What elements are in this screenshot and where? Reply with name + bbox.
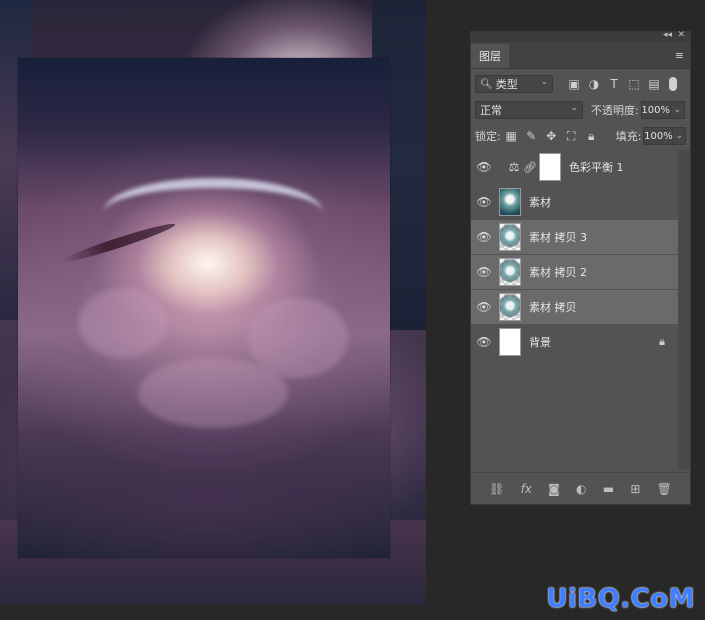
cloud-shape — [138, 358, 288, 428]
layer-thumbnail — [499, 223, 521, 251]
opacity-label: 不透明度: — [591, 104, 639, 117]
eye-icon[interactable]: 👁︎ — [471, 160, 497, 174]
tab-layers[interactable]: 图层 — [471, 44, 509, 68]
new-layer-icon[interactable]: ⊞ — [630, 482, 640, 496]
blend-mode-value: 正常 — [480, 104, 502, 117]
layer-thumbnail — [499, 258, 521, 286]
document-canvas[interactable] — [0, 0, 426, 605]
panel-tab-row: 图层 ≡ — [471, 42, 690, 69]
search-icon: 🔍︎ — [480, 78, 493, 90]
opacity-dropdown[interactable]: ⌄ — [670, 101, 685, 119]
layer-name: 色彩平衡 1 — [569, 161, 624, 174]
link-layers-icon[interactable]: ⛓ — [489, 482, 504, 496]
fill-input[interactable]: 100% — [643, 127, 674, 145]
blend-row: 正常 ⌄ 不透明度: 100% ⌄ — [471, 97, 690, 123]
filter-row: 🔍︎ 类型 ⌄ ▣ ◑ T ⬚ ▤ — [471, 71, 690, 97]
layer-row[interactable]: 👁︎ 素材 — [471, 185, 679, 219]
chain-icon[interactable]: 🔗︎ — [523, 161, 537, 174]
lock-artboard-icon[interactable]: ⛶ — [565, 129, 578, 144]
eye-icon[interactable]: 👁︎ — [471, 335, 497, 349]
lock-transparent-icon[interactable]: ▦ — [505, 129, 518, 144]
layer-row[interactable]: 👁︎ 素材 拷贝 — [471, 290, 679, 324]
lock-all-icon[interactable]: 🔒︎ — [585, 129, 598, 144]
layer-row[interactable]: 👁︎ ⚖ 🔗︎ 色彩平衡 1 — [471, 150, 679, 184]
layer-name: 素材 拷贝 3 — [529, 231, 587, 244]
filter-smartobject-icon[interactable]: ▤ — [647, 77, 661, 91]
panel-title-bar: ◂◂ ✕ — [471, 30, 690, 42]
lock-paint-icon[interactable]: ✎ — [525, 129, 538, 144]
opacity-input[interactable]: 100% — [640, 101, 671, 119]
layer-thumbnail — [499, 328, 521, 356]
chevron-down-icon: ⌄ — [540, 77, 548, 87]
layer-name: 素材 拷贝 — [529, 301, 577, 314]
filter-pixel-icon[interactable]: ▣ — [567, 77, 581, 91]
eye-icon[interactable]: 👁︎ — [471, 300, 497, 314]
chevron-down-icon: ⌄ — [570, 103, 578, 113]
layer-name: 背景 — [529, 336, 551, 349]
filter-kind-select[interactable]: 🔍︎ 类型 ⌄ — [475, 75, 553, 93]
layers-scrollbar[interactable] — [678, 150, 690, 470]
watermark-logo: UiBQ.CoM — [546, 584, 695, 614]
layer-row[interactable]: 👁︎ 背景 🔒︎ — [471, 325, 679, 359]
layer-name: 素材 — [529, 196, 551, 209]
layer-mask-thumbnail[interactable] — [539, 153, 561, 181]
cloud-shape — [78, 288, 168, 358]
blend-mode-select[interactable]: 正常 ⌄ — [475, 101, 583, 119]
filter-shape-icon[interactable]: ⬚ — [627, 77, 641, 91]
layer-thumbnail — [499, 188, 521, 216]
eye-icon[interactable]: 👁︎ — [471, 230, 497, 244]
filter-toggle[interactable] — [669, 77, 677, 91]
filter-adjustment-icon[interactable]: ◑ — [587, 77, 601, 91]
add-mask-icon[interactable]: ◙ — [548, 482, 560, 496]
lock-row: 锁定: ▦ ✎ ✥ ⛶ 🔒︎ 填充: 100% ⌄ — [471, 123, 690, 149]
delete-layer-icon[interactable]: 🗑︎ — [657, 482, 672, 496]
new-adjustment-icon[interactable]: ◐ — [576, 482, 586, 496]
fill-dropdown[interactable]: ⌄ — [673, 127, 686, 145]
layer-row[interactable]: 👁︎ 素材 拷贝 3 — [471, 220, 679, 254]
lock-position-icon[interactable]: ✥ — [545, 129, 558, 144]
collapse-icon[interactable]: ◂◂ — [663, 30, 672, 40]
new-group-icon[interactable]: ▬ — [603, 482, 614, 496]
balance-icon: ⚖ — [508, 160, 520, 174]
eye-icon[interactable]: 👁︎ — [471, 265, 497, 279]
layer-thumbnail — [499, 293, 521, 321]
layer-name: 素材 拷贝 2 — [529, 266, 587, 279]
fill-label: 填充: — [615, 130, 642, 143]
close-icon[interactable]: ✕ — [677, 30, 685, 40]
canvas-main-image — [18, 58, 390, 558]
eye-icon[interactable]: 👁︎ — [471, 195, 497, 209]
panel-bottom-toolbar: ⛓ fx ◙ ◐ ▬ ⊞ 🗑︎ — [471, 472, 690, 504]
layer-row[interactable]: 👁︎ 素材 拷贝 2 — [471, 255, 679, 289]
panel-menu-icon[interactable]: ≡ — [675, 49, 684, 62]
lock-icon: 🔒︎ — [659, 335, 665, 348]
layers-list: 👁︎ ⚖ 🔗︎ 色彩平衡 1 👁︎ 素材 👁︎ 素材 拷贝 3 👁︎ 素材 拷贝… — [471, 150, 679, 360]
lock-label: 锁定: — [475, 130, 501, 143]
filter-kind-value: 类型 — [495, 78, 518, 91]
layers-panel: ◂◂ ✕ 图层 ≡ 🔍︎ 类型 ⌄ ▣ ◑ T ⬚ ▤ 正常 ⌄ 不透明度: 1… — [470, 30, 691, 505]
layer-style-icon[interactable]: fx — [521, 482, 532, 496]
filter-type-icon[interactable]: T — [607, 77, 621, 91]
